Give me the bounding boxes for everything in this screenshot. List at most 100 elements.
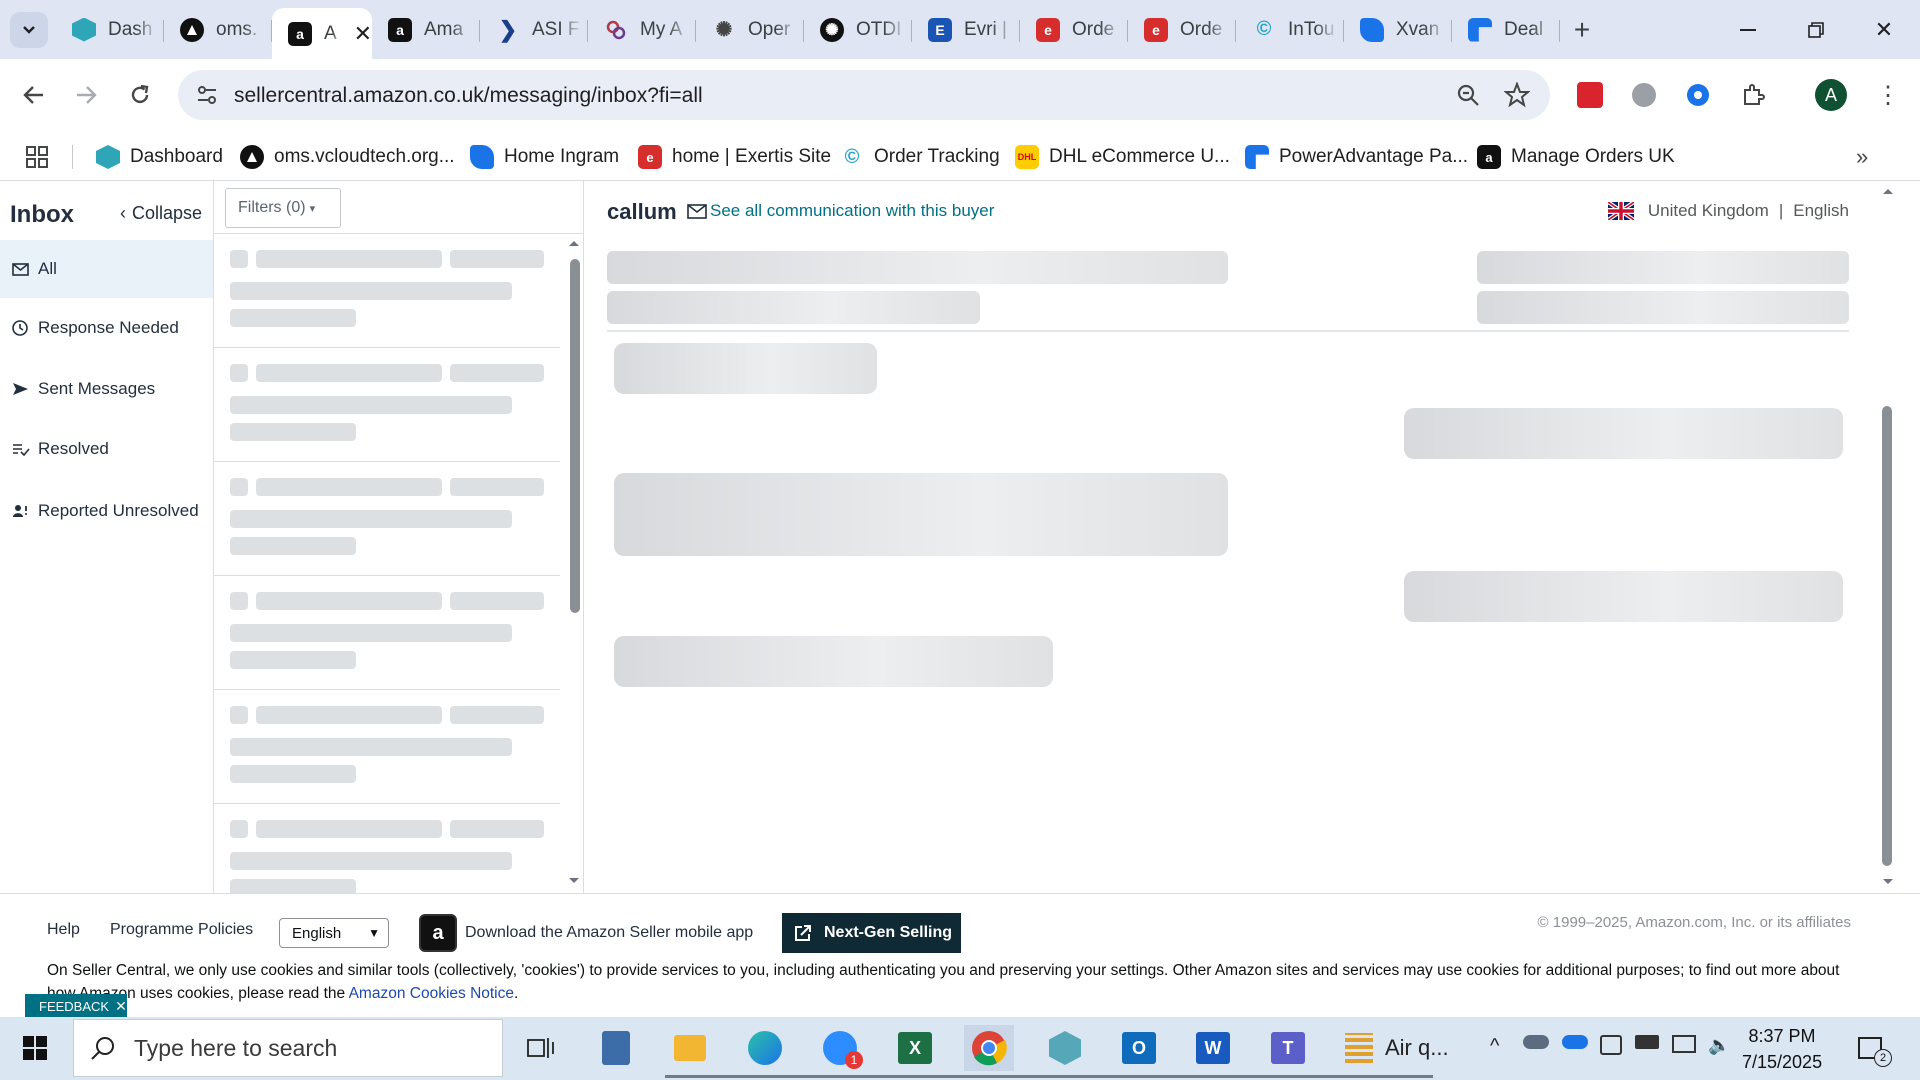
notifications-button[interactable]: 2 — [1850, 1025, 1892, 1071]
bookmark-order-tracking[interactable]: © Order Tracking — [840, 143, 1000, 171]
tab-active[interactable]: a A ✕ — [272, 8, 372, 59]
zoom-icon[interactable] — [1456, 83, 1480, 107]
taskbar-search[interactable]: Type here to search — [73, 1019, 503, 1077]
bookmark-oms[interactable]: oms.vcloudtech.org... — [240, 143, 455, 171]
tab-close-icon[interactable]: ✕ — [354, 21, 372, 47]
tab[interactable]: e Orde — [1128, 8, 1236, 51]
close-window-button[interactable]: ✕ — [1850, 8, 1918, 52]
address-bar[interactable]: sellercentral.amazon.co.uk/messaging/inb… — [178, 70, 1550, 120]
more-bookmarks-icon[interactable]: » — [1856, 143, 1868, 171]
minimize-button[interactable] — [1714, 8, 1782, 52]
bookmark-manage-orders[interactable]: a Manage Orders UK — [1477, 143, 1675, 171]
feedback-tab[interactable]: FEEDBACK ✕ — [25, 994, 127, 1018]
conversation-item-placeholder[interactable] — [214, 576, 560, 690]
security-icon[interactable] — [1600, 1035, 1622, 1055]
bookmark-dhl[interactable]: DHL DHL eCommerce U... — [1015, 143, 1230, 171]
scroll-down-icon[interactable] — [1882, 878, 1894, 886]
system-clock[interactable]: 8:37 PM 7/15/2025 — [1742, 1023, 1822, 1075]
bookmark-label: Manage Orders UK — [1511, 146, 1675, 167]
hexagon-app[interactable] — [1040, 1025, 1128, 1078]
scroll-up-icon[interactable] — [1882, 187, 1894, 195]
battery-icon[interactable] — [1635, 1035, 1659, 1049]
network-icon[interactable] — [1672, 1035, 1696, 1053]
tab[interactable]: Dash — [56, 8, 164, 51]
zoom-app[interactable]: 1 — [815, 1025, 903, 1078]
folder-reported-unresolved[interactable]: Reported Unresolved — [0, 482, 213, 540]
teams-app[interactable]: T — [1263, 1025, 1351, 1078]
download-app-link[interactable]: a Download the Amazon Seller mobile app — [419, 914, 753, 952]
see-all-communication-link[interactable]: See all communication with this buyer — [687, 201, 994, 221]
kebab-menu-icon[interactable]: ⋮ — [1870, 77, 1906, 113]
folder-response-needed[interactable]: Response Needed — [0, 299, 213, 357]
excel-app[interactable]: X — [890, 1025, 978, 1078]
filters-button[interactable]: Filters (0) ▾ — [225, 188, 341, 228]
tab[interactable]: ❯ ASI F — [480, 8, 588, 51]
calculator-app[interactable] — [591, 1025, 641, 1071]
tab[interactable]: ✺ Oper — [696, 8, 804, 51]
reload-button[interactable] — [120, 75, 160, 115]
back-button[interactable] — [14, 75, 54, 115]
scroll-up-icon[interactable] — [568, 239, 580, 247]
globe-extension-icon[interactable] — [1626, 77, 1662, 113]
air-quality-widget[interactable]: Air q... — [1345, 1025, 1465, 1078]
url-text[interactable]: sellercentral.amazon.co.uk/messaging/inb… — [234, 84, 703, 108]
next-gen-selling-button[interactable]: Next-Gen Selling — [782, 913, 961, 953]
scroll-down-icon[interactable] — [568, 877, 580, 885]
cookies-notice-link[interactable]: Amazon Cookies Notice — [349, 985, 514, 1002]
bookmark-exertis[interactable]: e home | Exertis Site — [638, 143, 831, 171]
conversation-item-placeholder[interactable] — [214, 348, 560, 462]
bookmark-home-ingram[interactable]: Home Ingram — [470, 143, 619, 171]
tab[interactable]: ✺ OTDI — [804, 8, 912, 51]
pdf-extension-icon[interactable] — [1572, 77, 1608, 113]
profile-avatar[interactable]: A — [1815, 79, 1847, 111]
restore-button[interactable] — [1782, 8, 1850, 52]
collapse-button[interactable]: ‹ Collapse — [120, 203, 202, 224]
tab[interactable]: My A — [588, 8, 696, 51]
new-tab-button[interactable]: + — [1560, 8, 1604, 51]
tab-search-button[interactable] — [10, 12, 48, 48]
bookmark-dashboard[interactable]: Dashboard — [96, 143, 223, 171]
site-info-icon[interactable] — [196, 85, 218, 105]
outlook-app[interactable]: O — [1114, 1025, 1202, 1078]
tab[interactable]: oms. — [164, 8, 272, 51]
tab[interactable]: © InTou — [1236, 8, 1344, 51]
chrome-app[interactable] — [964, 1025, 1052, 1078]
scroll-thumb[interactable] — [570, 259, 580, 613]
task-view-button[interactable] — [516, 1025, 566, 1071]
close-icon[interactable]: ✕ — [115, 998, 127, 1015]
onedrive-icon[interactable] — [1523, 1035, 1549, 1049]
volume-icon[interactable]: 🔈 — [1708, 1035, 1730, 1056]
tab[interactable]: E Evri | — [912, 8, 1020, 51]
conversation-item-placeholder[interactable] — [214, 804, 560, 893]
word-app[interactable]: W — [1188, 1025, 1276, 1078]
list-scrollbar[interactable] — [565, 237, 583, 889]
skeleton — [230, 592, 248, 610]
bookmark-poweradvantage[interactable]: PowerAdvantage Pa... — [1245, 143, 1468, 171]
conversation-item-placeholder[interactable] — [214, 462, 560, 576]
file-explorer-app[interactable] — [665, 1025, 753, 1078]
conversation-item-placeholder[interactable] — [214, 234, 560, 348]
programme-policies-link[interactable]: Programme Policies — [110, 921, 253, 939]
extensions-puzzle-icon[interactable] — [1735, 77, 1771, 113]
edge-app[interactable] — [740, 1025, 828, 1078]
onedrive-blue-icon[interactable] — [1562, 1035, 1588, 1049]
chevron-up-icon[interactable]: ^ — [1490, 1035, 1499, 1058]
help-link[interactable]: Help — [47, 921, 80, 939]
tab[interactable]: Deal — [1452, 8, 1560, 51]
scroll-thumb[interactable] — [1882, 406, 1892, 866]
folder-sent-messages[interactable]: Sent Messages — [0, 360, 213, 418]
windows-start-button[interactable] — [10, 1025, 60, 1071]
language-select[interactable]: English ▼ — [279, 918, 389, 948]
folder-all[interactable]: All — [0, 240, 213, 298]
tab[interactable]: Xvan — [1344, 8, 1452, 51]
forward-button[interactable] — [66, 75, 106, 115]
marketplace-locale: United Kingdom | English — [1607, 201, 1849, 221]
page-scrollbar[interactable] — [1877, 181, 1899, 893]
conversation-item-placeholder[interactable] — [214, 690, 560, 804]
star-icon[interactable] — [1504, 82, 1530, 108]
vpn-extension-icon[interactable] — [1680, 77, 1716, 113]
tab[interactable]: a Ama — [372, 8, 480, 51]
folder-resolved[interactable]: Resolved — [0, 420, 213, 478]
tab[interactable]: e Orde — [1020, 8, 1128, 51]
apps-grid-icon[interactable] — [26, 143, 48, 171]
